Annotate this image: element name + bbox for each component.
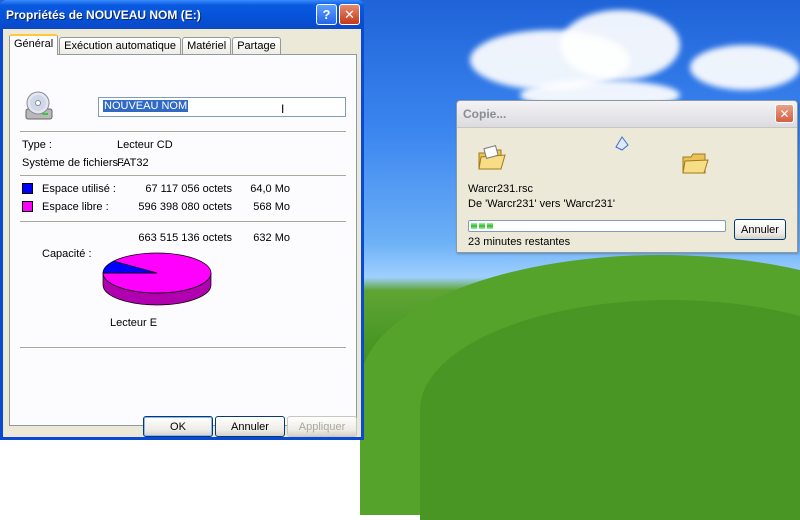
used-space-label: Espace utilisé : <box>42 183 116 195</box>
copy-dialog: Copie... ✕ Warcr231.rsc De 'Warcr231' ve… <box>456 100 798 253</box>
close-icon: ✕ <box>779 106 790 121</box>
properties-client: Général Exécution automatique Matériel P… <box>3 29 361 437</box>
separator <box>20 221 346 222</box>
copy-progress-bar <box>468 220 726 232</box>
free-space-size: 568 Mo <box>253 201 290 213</box>
close-button[interactable]: ✕ <box>339 4 360 25</box>
drive-name-input[interactable]: NOUVEAU NOM <box>98 97 346 117</box>
filesystem-label: Système de fichiers : <box>22 157 125 169</box>
source-folder-icon <box>478 145 506 170</box>
used-space-bytes: 67 117 056 octets <box>145 183 232 195</box>
apply-button[interactable]: Appliquer <box>287 416 357 437</box>
type-label: Type : <box>22 139 52 151</box>
cancel-button[interactable]: Annuler <box>215 416 285 437</box>
tab-strip: Général Exécution automatique Matériel P… <box>9 34 282 55</box>
capacity-bytes: 663 515 136 octets <box>138 232 232 244</box>
window-title: Propriétés de NOUVEAU NOM (E:) <box>6 7 201 22</box>
copy-progress-fill <box>471 223 723 229</box>
type-value: Lecteur CD <box>117 139 173 151</box>
free-space-bytes: 596 398 080 octets <box>138 201 232 213</box>
copy-from-to: De 'Warcr231' vers 'Warcr231' <box>468 198 615 210</box>
capacity-label: Capacité : <box>42 248 92 260</box>
copy-time-remaining: 23 minutes restantes <box>468 236 571 248</box>
separator <box>20 131 346 132</box>
drive-letter-label: Lecteur E <box>110 317 158 329</box>
tab-autoplay[interactable]: Exécution automatique <box>59 37 182 55</box>
destination-folder-icon <box>682 153 709 174</box>
flying-document-icon <box>615 136 629 151</box>
progress-block <box>487 223 493 229</box>
help-icon: ? <box>322 7 331 22</box>
tab-general[interactable]: Général <box>9 34 59 55</box>
help-button[interactable]: ? <box>316 4 337 25</box>
free-space-label: Espace libre : <box>42 201 109 213</box>
copy-titlebar[interactable]: Copie... ✕ <box>457 101 797 128</box>
free-space-swatch <box>22 201 33 212</box>
copy-title: Copie... <box>463 107 507 121</box>
progress-block <box>471 223 477 229</box>
copy-file-name: Warcr231.rsc <box>468 183 533 195</box>
cd-drive-icon <box>25 91 53 120</box>
filesystem-value: FAT32 <box>117 157 149 169</box>
disk-usage-pie <box>102 252 212 306</box>
general-panel: NOUVEAU NOM I Type : Lecteur CD Système … <box>9 54 357 426</box>
tab-sharing[interactable]: Partage <box>232 37 281 55</box>
tab-hardware[interactable]: Matériel <box>182 37 232 55</box>
copy-close-button[interactable]: ✕ <box>775 104 794 123</box>
drive-name-value: NOUVEAU NOM <box>103 100 189 112</box>
properties-titlebar[interactable]: Propriétés de NOUVEAU NOM (E:) ? ✕ <box>0 0 364 29</box>
ok-button[interactable]: OK <box>143 416 213 437</box>
separator <box>20 175 346 176</box>
properties-window: Propriétés de NOUVEAU NOM (E:) ? ✕ Génér… <box>0 0 364 440</box>
capacity-size: 632 Mo <box>253 232 290 244</box>
separator <box>20 347 346 348</box>
used-space-swatch <box>22 183 33 194</box>
progress-block <box>479 223 485 229</box>
close-icon: ✕ <box>344 6 355 22</box>
used-space-size: 64,0 Mo <box>250 183 290 195</box>
text-cursor-icon: I <box>281 102 285 116</box>
copy-cancel-button[interactable]: Annuler <box>734 219 786 240</box>
